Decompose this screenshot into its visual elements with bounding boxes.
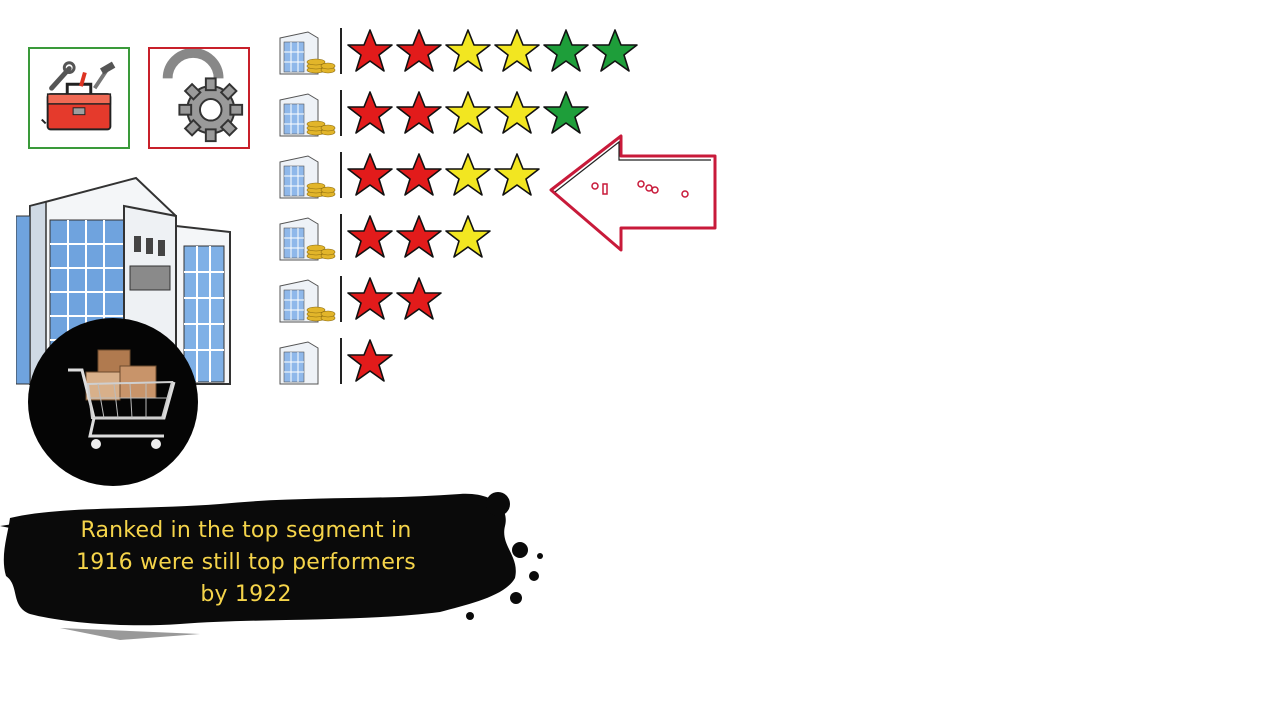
star-icon [395,90,443,136]
star-icon [346,28,394,74]
building-coins-icon [278,278,336,324]
row-divider [340,214,342,260]
star-icon [346,338,394,384]
star-icon [493,152,541,198]
row-divider [340,90,342,136]
building-coins-icon [278,216,336,262]
row-divider [340,28,342,74]
star-icon [542,28,590,74]
star-icon [395,276,443,322]
star-icon [444,28,492,74]
shopping-cart-icon [68,349,176,449]
building-coins-icon [278,340,336,386]
arrow-pointer [545,132,721,256]
star-icon [346,90,394,136]
star-icon [346,152,394,198]
star-icon [493,28,541,74]
star-icon [493,90,541,136]
star-icon [542,90,590,136]
building-coins-icon [278,154,336,200]
star-icon [591,28,639,74]
star-icon [395,28,443,74]
row-divider [340,152,342,198]
caption-text: Ranked in the top segment in 1916 were s… [76,518,416,607]
star-icon [395,214,443,260]
building-coins-icon [278,92,336,138]
star-icon [444,214,492,260]
star-icon [346,276,394,322]
star-icon [346,214,394,260]
gears-card [148,47,250,149]
shopping-cart-badge [28,318,198,486]
toolbox-card [28,47,130,149]
left-arrow-icon [549,134,717,252]
row-divider [340,276,342,322]
star-icon [444,152,492,198]
row-divider [340,338,342,384]
star-icon [395,152,443,198]
star-icon [444,90,492,136]
building-coins-icon [278,30,336,76]
toolbox-icon [41,61,116,131]
gears-icon [162,49,244,143]
